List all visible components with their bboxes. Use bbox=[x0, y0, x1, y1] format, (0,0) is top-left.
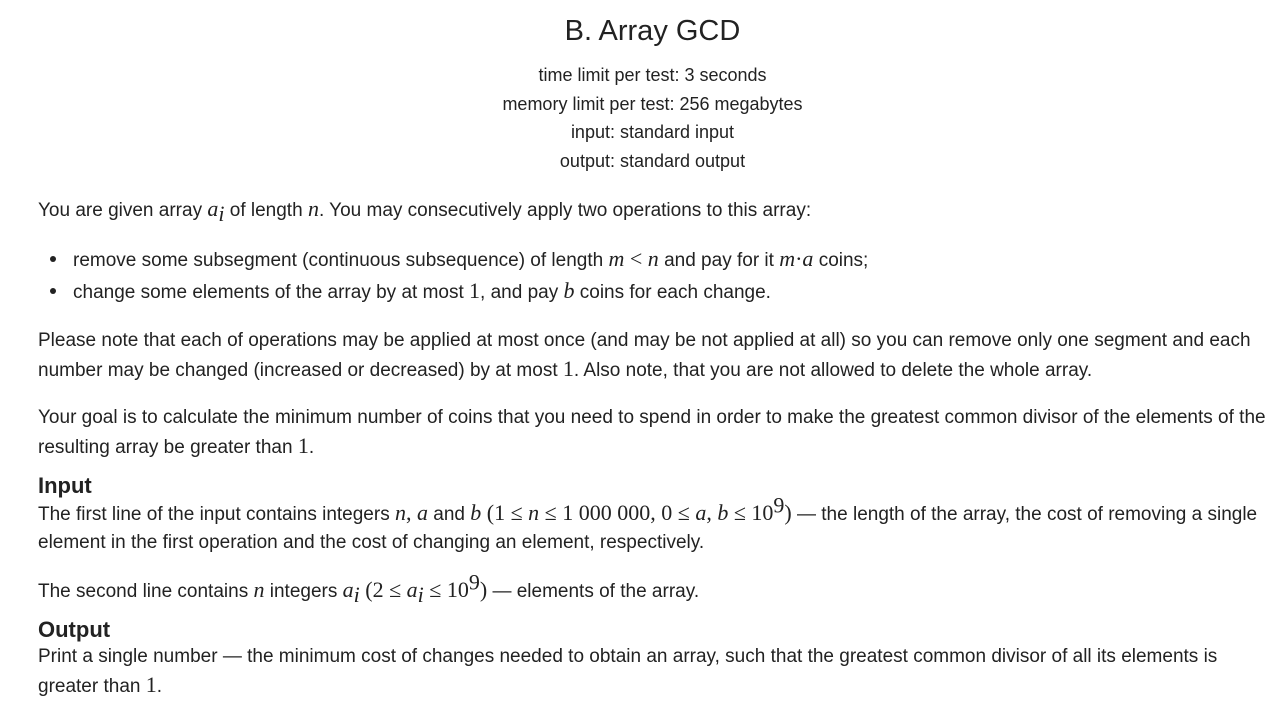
memory-limit: memory limit per test: 256 megabytes bbox=[502, 93, 803, 114]
output-section-title: Output bbox=[38, 617, 111, 642]
statement-paragraph-3: Your goal is to calculate the minimum nu… bbox=[38, 407, 1266, 458]
operations-list: remove some subsegment (continuous subse… bbox=[38, 244, 1275, 308]
bullet-icon bbox=[50, 256, 56, 262]
input-line-1: The first line of the input contains int… bbox=[38, 492, 1258, 553]
input-section-title: Input bbox=[38, 473, 92, 498]
list-item: change some elements of the array by at … bbox=[38, 276, 1275, 308]
list-item: remove some subsegment (continuous subse… bbox=[38, 244, 1275, 276]
problem-statement: You are given array ai of length n. You … bbox=[38, 195, 1275, 701]
problem-limits: time limit per test: 3 seconds memory li… bbox=[0, 61, 1275, 175]
statement-paragraph-1: You are given array ai of length n. You … bbox=[38, 196, 812, 226]
input-line-2: The second line contains n integers ai (… bbox=[38, 569, 700, 607]
problem-title: B. Array GCD bbox=[564, 15, 741, 47]
output-line-1: Print a single number — the minimum cost… bbox=[38, 646, 1218, 697]
bullet-icon bbox=[50, 288, 56, 294]
output-file: output: standard output bbox=[559, 150, 746, 171]
statement-paragraph-2: Please note that each of operations may … bbox=[38, 330, 1251, 381]
input-file: input: standard input bbox=[570, 122, 735, 142]
time-limit: time limit per test: 3 seconds bbox=[538, 65, 767, 85]
